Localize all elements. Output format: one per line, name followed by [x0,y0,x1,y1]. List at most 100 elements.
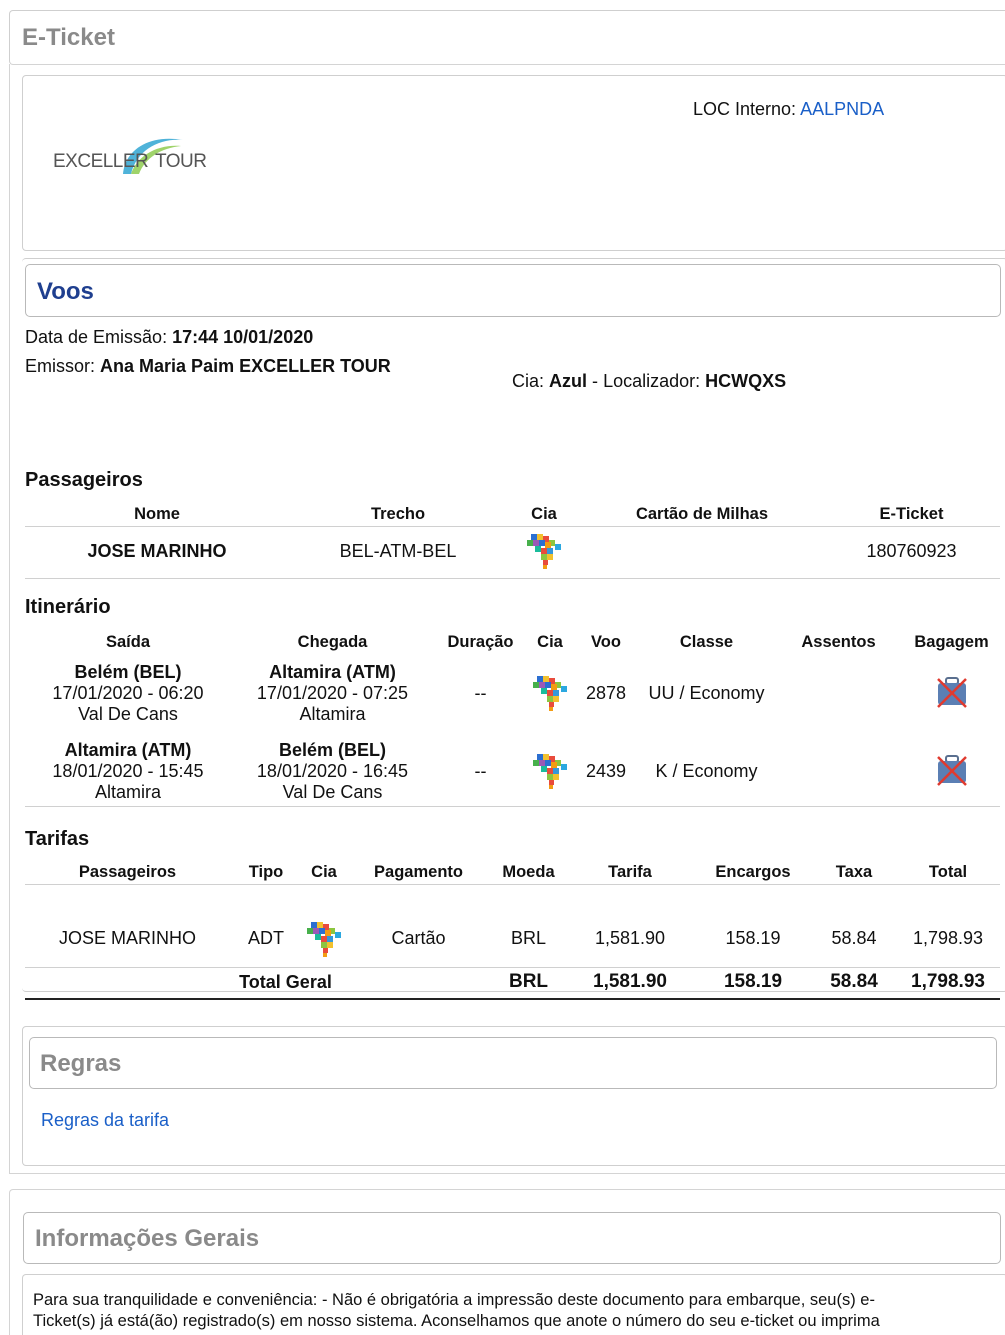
col-cia: Cia [537,632,563,651]
outer-frame [9,64,10,1174]
issue-date: Data de Emissão: 17:44 10/01/2020 [25,327,313,348]
col-moeda: Moeda [502,862,555,881]
outer-frame-bottom [9,1173,1005,1174]
col-classe: Classe [679,632,734,651]
fare-rules-link[interactable]: Regras da tarifa [41,1110,169,1131]
departure-cell: Altamira (ATM) 18/01/2020 - 15:45 Altami… [25,732,231,810]
col-pagamento: Pagamento [374,862,463,881]
flight-cia [527,732,573,810]
duration: -- [474,682,487,703]
passengers-title: Passageiros [25,469,143,491]
col-saida: Saída [105,632,151,651]
rules-header: Regras [29,1037,997,1089]
agency-panel: EXCELLER TOUR LOC Interno: AALPNDA [22,75,1005,251]
flight-class: K / Economy [655,760,758,781]
flight-number: 2878 [585,682,627,703]
arrival-cell: Altamira (ATM) 17/01/2020 - 07:25 Altami… [231,654,434,732]
voos-header: Voos [25,264,1001,317]
flight-number: 2439 [585,760,627,781]
col-chegada: Chegada [297,632,368,651]
fare-passenger: JOSE MARINHO [58,928,196,948]
dep-airport: Val De Cans [78,703,178,724]
no-baggage-icon [934,673,970,709]
fare-total: 1,798.93 [912,928,984,948]
col-trecho: Trecho [370,504,426,523]
table-row: JOSE MARINHO ADT Cartão BRL 1,581.90 158… [25,911,1000,966]
voos-title: Voos [37,278,94,305]
col-total: Total [928,862,968,881]
passenger-eticket: 180760923 [866,540,957,561]
arr-time: 18/01/2020 - 16:45 [256,760,409,781]
col-tipo: Tipo [248,862,284,881]
issuer-value: Ana Maria Paim EXCELLER TOUR [100,356,391,376]
page-title: E-Ticket [22,24,115,51]
info-text: Para sua tranquilidade e conveniência: -… [33,1290,880,1332]
passengers-table: Nome Trecho Cia Cartão de Milhas E-Ticke… [25,503,1000,577]
itinerary-divider [25,806,1000,807]
locator-label: Localizador: [603,371,701,391]
flight-class: UU / Economy [648,682,765,703]
separator: - [592,371,599,391]
azul-logo-icon [529,750,571,792]
col-taxa: Taxa [835,862,873,881]
logo-text-left: EXCELLER [53,151,149,172]
col-nome: Nome [134,504,180,523]
fare-amount: 1,581.90 [594,928,666,948]
azul-logo-icon [303,918,345,960]
col-bagagem: Bagagem [914,632,989,651]
locator-value: HCWQXS [705,371,787,391]
issue-date-label: Data de Emissão: [25,327,168,347]
dep-city: Belém (BEL) [74,661,182,682]
table-row: JOSE MARINHO BEL-ATM-BEL 180760923 [25,525,1000,577]
fare-type: ADT [248,928,284,948]
info-title: Informações Gerais [35,1225,260,1252]
cia-value: Azul [549,371,588,391]
airline-locator: Cia: Azul - Localizador: HCWQXS [512,371,786,392]
total-fare: 1,581.90 [593,971,667,992]
passenger-cia [507,525,581,577]
col-assentos: Assentos [801,632,876,651]
departure-cell: Belém (BEL) 17/01/2020 - 06:20 Val De Ca… [25,654,231,732]
total-grand: 1,798.93 [911,971,985,992]
issuer: Emissor: Ana Maria Paim EXCELLER TOUR [25,356,391,377]
info-line-1: Para sua tranquilidade e conveniência: -… [33,1291,875,1309]
arr-time: 17/01/2020 - 07:25 [256,682,409,703]
total-tax: 58.84 [830,971,878,992]
table-row: Altamira (ATM) 18/01/2020 - 15:45 Altami… [25,732,1000,810]
flight-seats [774,654,903,732]
issue-date-value: 17:44 10/01/2020 [172,327,314,347]
passengers-divider-bottom [25,578,1000,579]
passengers-divider-top [25,526,1000,527]
col-encargos: Encargos [715,862,791,881]
flight-seats [774,732,903,810]
passenger-card [581,525,823,577]
fare-cia [302,911,346,966]
loc-interno-link[interactable]: AALPNDA [800,99,884,119]
arr-airport: Altamira [299,703,366,724]
total-currency: BRL [508,971,549,992]
col-eticket: E-Ticket [879,504,944,523]
spacer-row [25,883,1000,911]
arrival-cell: Belém (BEL) 18/01/2020 - 16:45 Val De Ca… [231,732,434,810]
issuer-label: Emissor: [25,356,96,376]
dep-time: 17/01/2020 - 06:20 [52,682,204,703]
azul-logo-icon [523,530,565,572]
duration: -- [474,760,487,781]
fares-divider-total [25,998,1000,1000]
fares-title: Tarifas [25,828,90,850]
col-passageiros: Passageiros [78,862,177,881]
logo-text-right: TOUR [155,151,207,172]
col-duracao: Duração [447,632,514,651]
dep-city: Altamira (ATM) [64,739,192,760]
azul-logo-icon [529,672,571,714]
fares-divider-header [25,884,1000,885]
loc-interno-label: LOC Interno: [693,99,797,119]
col-cia: Cia [311,862,337,881]
col-cia: Cia [531,504,557,523]
fares-table: Passageiros Tipo Cia Pagamento Moeda Tar… [25,861,1000,998]
fare-charges: 158.19 [725,928,781,948]
baggage-cell [903,654,1000,732]
arr-city: Belém (BEL) [278,739,386,760]
fare-payment: Cartão [391,928,446,948]
passenger-route: BEL-ATM-BEL [339,540,457,561]
